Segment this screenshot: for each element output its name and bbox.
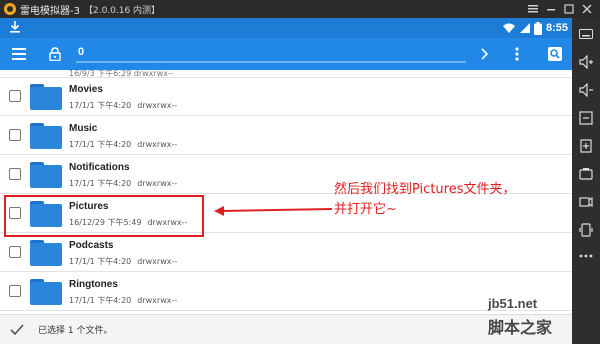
maximize-icon[interactable]	[560, 1, 578, 17]
file-name: Notifications	[69, 162, 130, 173]
file-meta: 17/1/1 下午4:20 drwxrwx--	[69, 101, 178, 110]
selection-status: 已选择 1 个文件。	[38, 326, 113, 336]
hamburger-menu-icon[interactable]	[10, 45, 28, 63]
row-checkbox[interactable]	[9, 246, 21, 258]
window-version: 【2.0.0.16 内测】	[83, 5, 161, 16]
file-name: Ringtones	[69, 279, 118, 290]
android-statusbar: 8:55	[0, 18, 572, 38]
more-vert-icon[interactable]	[508, 45, 526, 63]
file-name: Music	[69, 123, 98, 134]
annotation-line-1: 然后我们找到Pictures文件夹，	[334, 182, 516, 197]
annotation-arrow-icon	[214, 206, 333, 216]
watermark-site: jb51.net	[488, 296, 538, 311]
signal-icon	[519, 23, 530, 33]
folder-icon	[30, 84, 62, 110]
volume-down-icon[interactable]	[578, 82, 594, 98]
screenshot-icon[interactable]	[578, 166, 594, 182]
check-icon[interactable]	[10, 323, 24, 337]
keyboard-icon[interactable]	[578, 26, 594, 42]
folder-icon	[30, 279, 62, 305]
selection-bar: 已选择 1 个文件。	[0, 314, 572, 344]
file-meta: 17/1/1 下午4:20 drwxrwx--	[69, 296, 178, 305]
list-item[interactable]: Ringtones 17/1/1 下午4:20 drwxrwx--	[0, 273, 572, 311]
file-name: Podcasts	[69, 240, 114, 251]
file-meta: 17/1/1 下午4:20 drwxrwx--	[69, 257, 178, 266]
watermark-name: 脚本之家	[488, 318, 553, 337]
volume-up-icon[interactable]	[578, 54, 594, 70]
folder-icon	[30, 123, 62, 149]
path-underline	[76, 61, 466, 63]
apk-install-icon[interactable]	[578, 138, 594, 154]
row-checkbox[interactable]	[9, 285, 21, 297]
file-meta: 17/1/1 下午4:20 drwxrwx--	[69, 140, 178, 149]
folder-icon	[30, 162, 62, 188]
search-icon[interactable]	[546, 45, 564, 63]
row-checkbox[interactable]	[9, 129, 21, 141]
file-meta: 17/1/1 下午4:20 drwxrwx--	[69, 179, 178, 188]
download-icon	[10, 21, 20, 33]
app-toolbar: 0	[0, 38, 572, 70]
battery-icon	[533, 21, 542, 35]
minimize-icon[interactable]	[542, 1, 560, 17]
emulator-logo-icon	[4, 3, 16, 15]
row-checkbox[interactable]	[9, 168, 21, 180]
shake-icon[interactable]	[578, 222, 594, 238]
folder-icon	[30, 240, 62, 266]
window-title: 雷电模拟器-3	[20, 5, 80, 17]
list-item[interactable]: Movies 17/1/1 下午4:20 drwxrwx--	[0, 78, 572, 116]
annotation-line-2: 并打开它~	[334, 202, 397, 217]
video-record-icon[interactable]	[578, 194, 594, 210]
row-checkbox[interactable]	[9, 90, 21, 102]
path-text: 0	[78, 46, 85, 58]
partial-list-item[interactable]: 16/9/3 下午6:29 drwxrwx--	[0, 70, 572, 78]
emulator-sidebar	[572, 18, 600, 344]
emulator-titlebar: 雷电模拟器-3 【2.0.0.16 内测】	[0, 0, 600, 18]
file-name: Movies	[69, 84, 103, 95]
status-time: 8:55	[545, 22, 568, 34]
list-item[interactable]: Music 17/1/1 下午4:20 drwxrwx--	[0, 117, 572, 155]
path-breadcrumb[interactable]: 0	[76, 45, 466, 63]
highlight-box	[4, 195, 204, 237]
chevron-right-icon[interactable]	[476, 45, 494, 63]
lock-icon[interactable]	[46, 45, 64, 63]
wifi-icon	[502, 23, 515, 33]
menu-icon[interactable]	[524, 1, 542, 17]
fullscreen-icon[interactable]	[578, 110, 594, 126]
close-icon[interactable]	[578, 1, 596, 17]
list-item[interactable]: Podcasts 17/1/1 下午4:20 drwxrwx--	[0, 234, 572, 272]
window-controls	[524, 0, 596, 18]
more-horiz-icon[interactable]	[578, 248, 594, 264]
